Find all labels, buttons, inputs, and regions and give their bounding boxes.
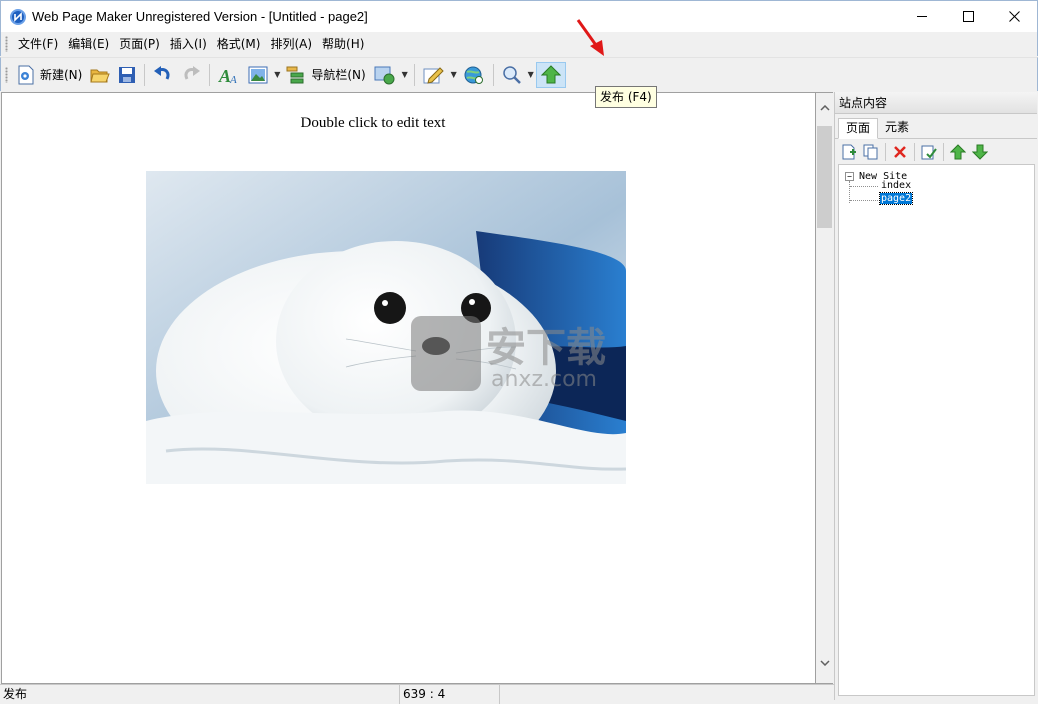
form-icon — [374, 66, 395, 84]
window-title: Web Page Maker Unregistered Version - [U… — [32, 9, 368, 24]
panel-toolbar — [835, 139, 1037, 165]
menu-file[interactable]: 文件(F) — [13, 33, 63, 55]
zoom-dropdown-arrow[interactable]: ▼ — [526, 70, 536, 79]
scroll-up-arrow-icon[interactable] — [816, 99, 833, 116]
panel-toolbar-separator — [914, 143, 915, 161]
toolbar-separator — [209, 63, 211, 86]
collapse-icon[interactable]: − — [845, 172, 854, 181]
minimize-button[interactable] — [899, 1, 945, 31]
menu-page[interactable]: 页面(P) — [114, 33, 165, 55]
save-disk-icon — [119, 66, 136, 83]
zoom-button[interactable] — [498, 62, 526, 88]
undo-button[interactable] — [149, 62, 177, 88]
publish-button[interactable] — [535, 61, 566, 88]
seal-pup-image[interactable]: 安下载 anxz.com — [146, 171, 626, 484]
insert-text-button[interactable]: A A — [214, 62, 244, 88]
tree-item-page2[interactable]: page2 — [878, 192, 914, 205]
image-dropdown-arrow[interactable]: ▼ — [272, 70, 282, 79]
site-tree: − New Site index page2 — [838, 164, 1035, 696]
open-button[interactable] — [86, 62, 114, 88]
close-button[interactable] — [991, 1, 1037, 31]
toolbar-grip[interactable] — [5, 66, 8, 83]
cursor-position: 639 : 4 — [400, 685, 500, 704]
toolbar-separator — [413, 63, 415, 86]
panel-toolbar-separator — [943, 143, 944, 161]
open-folder-icon — [90, 69, 111, 82]
undo-icon — [154, 65, 170, 80]
navbar-icon — [286, 66, 304, 83]
edit-dropdown-arrow[interactable]: ▼ — [449, 70, 459, 79]
scroll-down-arrow-icon[interactable] — [816, 654, 833, 671]
menu-arrange[interactable]: 排列(A) — [265, 33, 317, 55]
menu-format[interactable]: 格式(M) — [212, 33, 266, 55]
redo-button[interactable] — [177, 62, 205, 88]
tree-connector — [850, 200, 878, 201]
minimize-icon — [916, 15, 927, 17]
page-canvas[interactable]: Double click to edit text 安下载 anxz.com — [1, 92, 816, 684]
navbar-button-label: 导航栏(N) — [311, 68, 366, 82]
preview-browser-button[interactable] — [459, 62, 489, 88]
watermark: 安下载 anxz.com — [411, 316, 606, 392]
svg-text:anxz.com: anxz.com — [491, 367, 597, 392]
menubar-grip[interactable] — [5, 36, 8, 52]
maximize-button[interactable] — [945, 1, 991, 31]
publish-up-arrow-icon — [540, 64, 561, 83]
insert-image-button[interactable] — [244, 62, 272, 88]
status-bar: 发布 639 : 4 — [0, 684, 834, 704]
seal-photo: 安下载 anxz.com — [146, 171, 626, 484]
tab-elements[interactable]: 元素 — [878, 118, 916, 138]
redo-icon — [184, 65, 201, 80]
status-empty — [500, 685, 834, 704]
form-dropdown-arrow[interactable]: ▼ — [400, 70, 410, 79]
annotation-arrow-icon — [576, 19, 604, 56]
move-down-icon[interactable] — [972, 144, 988, 160]
close-icon — [1008, 10, 1020, 22]
page-properties-icon[interactable] — [921, 144, 937, 160]
text-box[interactable]: Double click to edit text — [2, 115, 744, 132]
magnifier-icon — [502, 65, 521, 84]
tree-item-index[interactable]: index — [881, 180, 911, 191]
insert-form-button[interactable] — [370, 62, 400, 88]
svg-text:安下载: 安下载 — [486, 325, 606, 371]
menu-bar: 文件(F) 编辑(E) 页面(P) 插入(I) 格式(M) 排列(A) 帮助(H… — [0, 32, 1038, 56]
window-controls — [899, 1, 1037, 33]
publish-tooltip: 发布 (F4) — [595, 86, 657, 108]
save-button[interactable] — [114, 62, 140, 88]
new-page-icon — [18, 65, 34, 84]
tab-pages[interactable]: 页面 — [838, 118, 879, 139]
globe-preview-icon — [464, 66, 483, 84]
scroll-thumb[interactable] — [817, 126, 832, 228]
main-toolbar: 新建(N) A A ▼ 导航栏(N) ▼ ▼ ▼ — [0, 57, 1038, 91]
toolbar-separator — [144, 63, 146, 86]
svg-text:A: A — [229, 74, 237, 85]
panel-tabs: 页面 元素 — [835, 117, 1037, 139]
panel-title: 站点内容 — [835, 92, 1037, 114]
text-icon: A A — [218, 66, 237, 85]
status-message: 发布 — [0, 685, 400, 704]
new-button[interactable]: 新建(N) — [13, 62, 86, 88]
navbar-button[interactable]: 导航栏(N) — [282, 62, 369, 88]
pencil-edit-icon — [423, 66, 444, 84]
new-button-label: 新建(N) — [40, 68, 83, 82]
copy-page-icon[interactable] — [863, 144, 879, 160]
add-page-icon[interactable] — [841, 144, 857, 160]
image-icon — [248, 66, 268, 83]
maximize-icon — [962, 10, 974, 22]
vertical-scrollbar[interactable] — [816, 92, 833, 684]
tree-connector — [850, 186, 878, 187]
menu-edit[interactable]: 编辑(E) — [63, 33, 114, 55]
app-logo-icon — [10, 8, 26, 25]
panel-toolbar-separator — [885, 143, 886, 161]
menu-help[interactable]: 帮助(H) — [317, 33, 369, 55]
menu-insert[interactable]: 插入(I) — [165, 33, 212, 55]
title-bar: Web Page Maker Unregistered Version - [U… — [0, 0, 1038, 32]
edit-code-button[interactable] — [419, 62, 449, 88]
site-content-panel: 站点内容 页面 元素 − New Site index page2 — [834, 92, 1037, 700]
move-up-icon[interactable] — [950, 144, 966, 160]
toolbar-separator — [492, 63, 494, 86]
delete-page-icon[interactable] — [892, 144, 908, 160]
